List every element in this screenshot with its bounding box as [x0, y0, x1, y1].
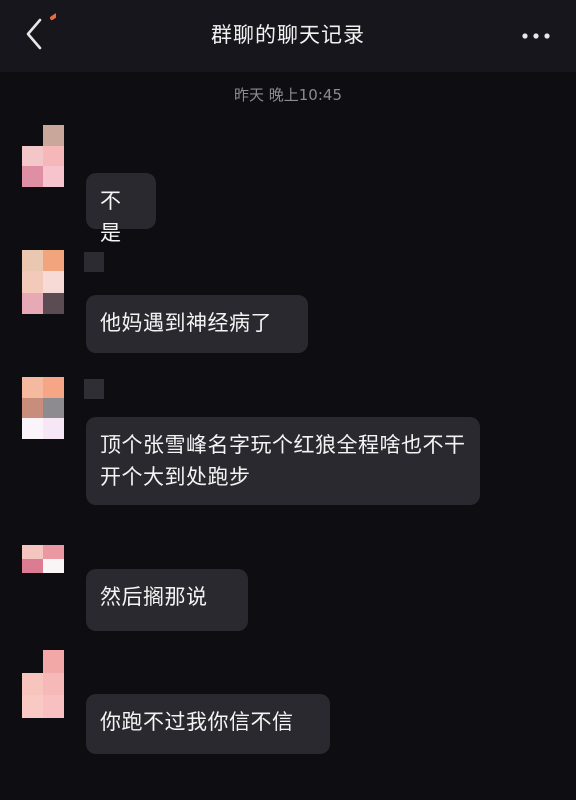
- message-text: 他妈遇到神经病了: [100, 311, 272, 335]
- message-text: 顶个张雪峰名字玩个红狼全程啥也不干开个大到处跑步: [100, 433, 466, 489]
- more-horizontal-icon: [522, 33, 550, 39]
- top-bar: 群聊的聊天记录: [0, 0, 576, 72]
- sender-name-blurred: [84, 252, 104, 272]
- message-bubble[interactable]: 你跑不过我你信不信: [86, 694, 330, 754]
- more-options-button[interactable]: [520, 22, 552, 50]
- message-bubble[interactable]: 然后搁那说: [86, 569, 248, 631]
- message-text: 然后搁那说: [100, 585, 208, 609]
- avatar[interactable]: [22, 650, 64, 718]
- page-title: 群聊的聊天记录: [211, 23, 365, 47]
- message-bubble[interactable]: 顶个张雪峰名字玩个红狼全程啥也不干开个大到处跑步: [86, 417, 480, 505]
- message-bubble[interactable]: 不是: [86, 173, 156, 245]
- message-text: 不是: [100, 189, 122, 245]
- chat-history-screen: 群聊的聊天记录 昨天 晚上10:45 不是 他妈遇到神经病了 顶个张雪峰名字玩个…: [0, 0, 576, 800]
- message-bubble[interactable]: 他妈遇到神经病了: [86, 295, 308, 353]
- sender-name-blurred: [84, 379, 104, 399]
- avatar[interactable]: [22, 250, 64, 314]
- avatar[interactable]: [22, 377, 64, 439]
- avatar[interactable]: [22, 545, 64, 587]
- message-timestamp: 昨天 晚上10:45: [234, 86, 342, 104]
- message-text: 你跑不过我你信不信: [100, 710, 294, 734]
- avatar[interactable]: [22, 125, 64, 187]
